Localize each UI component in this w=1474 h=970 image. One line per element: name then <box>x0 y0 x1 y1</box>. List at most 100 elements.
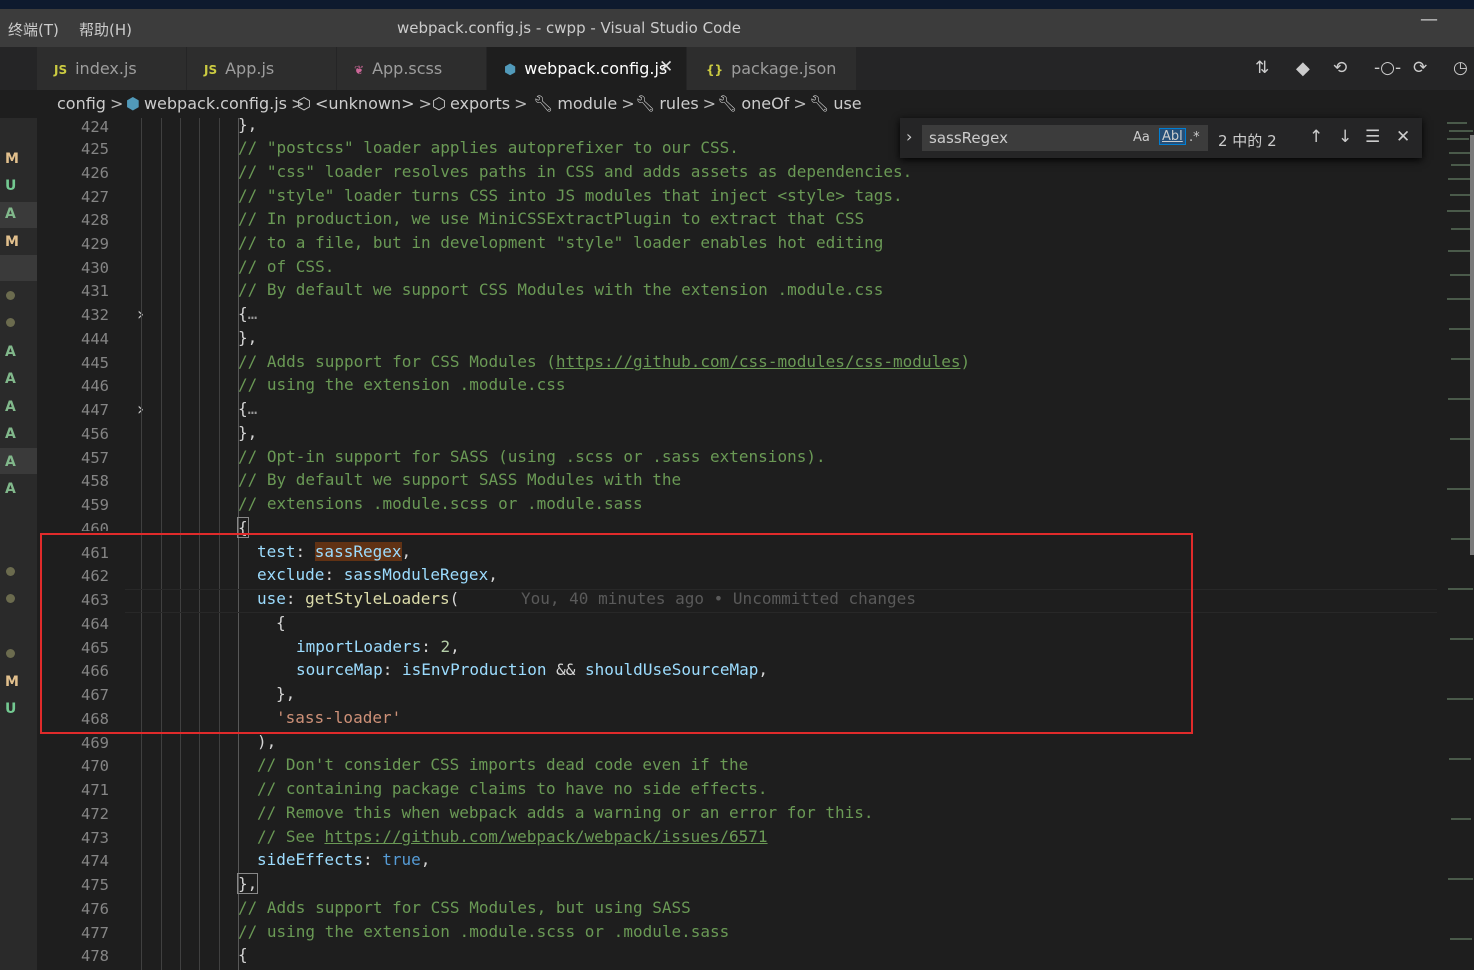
code-line: // extensions .module.scss or .module.sa… <box>238 494 643 513</box>
line-number: 478 <box>81 947 109 965</box>
tab-index-js[interactable]: JS index.js <box>37 47 187 90</box>
line-number: 470 <box>81 757 109 775</box>
folded-ellipsis[interactable]: … <box>248 304 258 323</box>
url-link[interactable]: https://github.com/css-modules/css-modul… <box>556 352 961 371</box>
chevron-right-icon[interactable]: › <box>906 127 912 146</box>
line-number: 425 <box>81 140 109 158</box>
scrollbar-thumb[interactable] <box>1470 135 1474 555</box>
breadcrumb-item[interactable]: ⬡ exports > <box>432 94 528 113</box>
match-count: 2 中的 2 <box>1218 132 1277 150</box>
tab-package-json[interactable]: {} package.json <box>687 47 857 90</box>
status-dot <box>6 594 15 603</box>
code-line: // By default we support CSS Modules wit… <box>238 280 884 299</box>
line-number: 458 <box>81 472 109 490</box>
tab-webpack-config-js[interactable]: ⬢ webpack.config.js ✕ <box>487 47 687 90</box>
find-widget: › sassRegex Aa Abl .* 2 中的 2 ↑ ↓ ☰ ✕ <box>900 118 1422 158</box>
arrow-down-icon[interactable]: ↓ <box>1338 127 1352 147</box>
highlight-annotation-box <box>40 533 1193 734</box>
scm-modified-badge: M <box>5 674 19 690</box>
code-line: }, <box>238 328 258 347</box>
use-regex-toggle[interactable]: .* <box>1189 130 1200 145</box>
menu-help[interactable]: 帮助(H) <box>79 19 132 40</box>
code-line: // Opt-in support for SASS (using .scss … <box>238 447 826 466</box>
code-line: // Remove this when webpack adds a warni… <box>257 803 874 822</box>
line-number: 444 <box>81 330 109 348</box>
js-file-icon: JS <box>54 63 68 77</box>
scm-untracked-badge: U <box>5 701 17 717</box>
compare-icon[interactable]: ⇅ <box>1255 58 1269 78</box>
code-line: // See https://github.com/webpack/webpac… <box>257 827 768 846</box>
menu-terminal[interactable]: 终端(T) <box>8 19 59 40</box>
line-number: 457 <box>81 449 109 467</box>
code-line: // In production, we use MiniCSSExtractP… <box>238 209 865 228</box>
tab-label: package.json <box>731 59 837 78</box>
scm-added-badge: A <box>5 481 16 497</box>
code-line: // "style" loader turns CSS into JS modu… <box>238 186 903 205</box>
line-number: 477 <box>81 924 109 942</box>
status-dot <box>6 318 15 327</box>
wrench-icon: 🔧︎ <box>533 94 554 113</box>
code-line: // containing package claims to have no … <box>257 779 768 798</box>
status-dot <box>6 291 15 300</box>
code-line: // By default we support SASS Modules wi… <box>238 470 682 489</box>
editor-tabs: JS index.js JS App.js ❦ App.scss ⬢ webpack.c… <box>0 47 1474 90</box>
minimize-button[interactable]: — <box>1420 9 1438 30</box>
wrench-icon: 🔧︎ <box>635 94 656 113</box>
breadcrumb-item[interactable]: 🔧︎ module > <box>533 94 635 113</box>
scm-added-badge: A <box>5 206 16 222</box>
line-number: 431 <box>81 282 109 300</box>
line-number: 471 <box>81 781 109 799</box>
find-in-selection-icon[interactable]: ☰ <box>1365 127 1380 147</box>
breadcrumb-item[interactable]: 🔧︎ rules > <box>635 94 716 113</box>
scm-added-badge: A <box>5 344 16 360</box>
commit-icon[interactable]: -○- <box>1374 58 1401 78</box>
tab-app-scss[interactable]: ❦ App.scss <box>337 47 487 90</box>
line-number: 445 <box>81 354 109 372</box>
match-whole-word-toggle[interactable]: Abl <box>1159 128 1186 145</box>
timeline-icon[interactable]: ◷ <box>1453 58 1468 78</box>
folded-ellipsis[interactable]: … <box>248 399 258 418</box>
go-back-icon[interactable]: ⟲ <box>1333 58 1347 78</box>
line-number: 476 <box>81 900 109 918</box>
breadcrumb-item[interactable]: 🔧︎ use <box>809 94 862 113</box>
scm-added-badge: A <box>5 399 16 415</box>
breadcrumb-item[interactable]: ⬡ <unknown> > <box>297 94 432 113</box>
breadcrumb-item[interactable]: config > <box>57 94 123 113</box>
line-number: 460 <box>81 520 109 531</box>
window-top-strip <box>0 0 1474 9</box>
line-number: 447 <box>81 401 109 419</box>
breadcrumb-item[interactable]: ⬢ webpack.config.js > <box>126 94 304 113</box>
go-forward-icon[interactable]: ⟳ <box>1413 58 1427 78</box>
code-line: ), <box>257 732 277 751</box>
url-link[interactable]: https://github.com/webpack/webpack/issue… <box>324 827 767 846</box>
code-line: // to a file, but in development "style"… <box>238 233 884 252</box>
close-icon[interactable]: ✕ <box>659 57 673 77</box>
code-line: {… <box>238 304 258 323</box>
js-file-icon: JS <box>204 63 218 77</box>
tab-app-js[interactable]: JS App.js <box>187 47 337 90</box>
breadcrumb-item[interactable]: 🔧︎ oneOf > <box>717 94 807 113</box>
line-number: 472 <box>81 805 109 823</box>
line-number: 474 <box>81 852 109 870</box>
scm-untracked-badge: U <box>5 178 17 194</box>
code-line: }, <box>238 423 258 442</box>
line-number: 475 <box>81 876 109 894</box>
code-line: // using the extension .module.css <box>238 375 566 394</box>
line-number: 473 <box>81 829 109 847</box>
webpack-file-icon: ⬢ <box>504 62 517 78</box>
line-number: 424 <box>81 118 109 136</box>
symbol-module-icon: ⬡ <box>297 94 311 113</box>
scm-added-badge: A <box>5 454 16 470</box>
window-title: webpack.config.js - cwpp - Visual Studio… <box>397 19 742 37</box>
scm-modified-badge: M <box>5 234 19 250</box>
arrow-up-icon[interactable]: ↑ <box>1309 127 1323 147</box>
code-line: // Adds support for CSS Modules, but usi… <box>238 898 691 917</box>
close-icon[interactable]: ✕ <box>1396 127 1410 147</box>
line-number: 427 <box>81 188 109 206</box>
line-number: 456 <box>81 425 109 443</box>
line-number: 430 <box>81 259 109 277</box>
source-control-icon[interactable]: ◆ <box>1296 58 1310 79</box>
match-case-toggle[interactable]: Aa <box>1133 130 1150 145</box>
line-number: 469 <box>81 734 109 752</box>
line-number: 426 <box>81 164 109 182</box>
